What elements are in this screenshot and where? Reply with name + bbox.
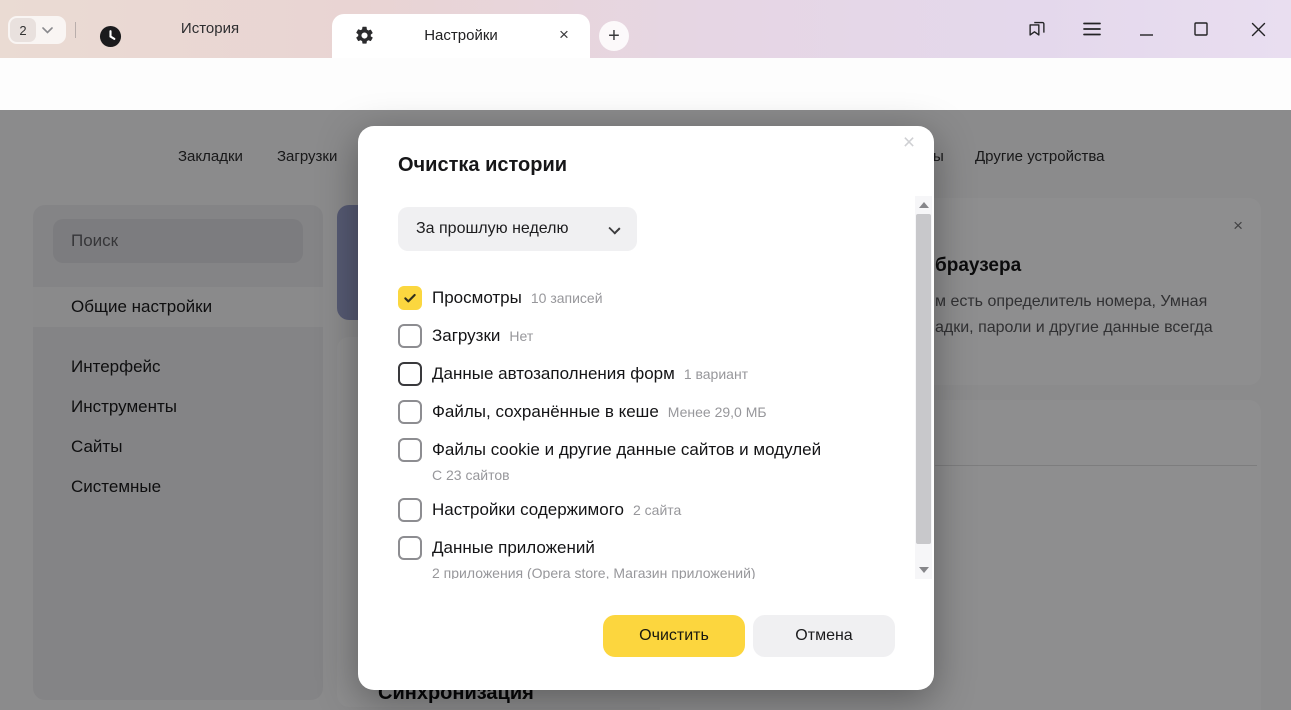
period-dropdown-value: За прошлую неделю: [416, 220, 569, 238]
history-tab-clock-icon[interactable]: [99, 25, 122, 53]
tab-history[interactable]: История: [150, 20, 270, 37]
dialog-close-icon[interactable]: ×: [896, 130, 922, 156]
close-tab-icon[interactable]: ×: [554, 25, 574, 45]
list-item[interactable]: Просмотры 10 записей: [398, 285, 934, 311]
dialog-scrollbar[interactable]: [915, 196, 932, 579]
maximize-icon[interactable]: [1190, 18, 1212, 40]
tab-settings[interactable]: Настройки ×: [332, 14, 590, 58]
close-window-icon[interactable]: [1247, 18, 1269, 40]
scroll-down-icon[interactable]: [915, 563, 932, 577]
period-dropdown[interactable]: За прошлую неделю: [398, 207, 637, 251]
clear-button[interactable]: Очистить: [603, 615, 745, 657]
clear-history-dialog: × Очистка истории За прошлую неделю Прос…: [358, 126, 934, 690]
item-meta: 10 записей: [531, 290, 603, 306]
dialog-title: Очистка истории: [398, 154, 567, 177]
list-item[interactable]: Настройки содержимого 2 сайта: [398, 497, 934, 523]
tab-strip: 2 История Настройки × +: [0, 0, 1291, 58]
browser-window: 2 История Настройки × +: [0, 0, 1291, 710]
checkbox-cookies[interactable]: [398, 438, 422, 462]
item-meta: Нет: [509, 328, 533, 344]
item-meta: 1 вариант: [684, 366, 748, 382]
checkbox-autofill[interactable]: [398, 362, 422, 386]
chevron-down-icon: [42, 21, 53, 39]
dialog-scroll-area: За прошлую неделю Просмотры 10 записей З…: [358, 196, 934, 579]
minimize-icon[interactable]: [1135, 18, 1157, 40]
menu-icon[interactable]: [1081, 18, 1103, 40]
tab-count: 2: [10, 18, 36, 42]
tab-settings-label: Настройки: [332, 27, 590, 44]
checkbox-app-data[interactable]: [398, 536, 422, 560]
new-tab-button[interactable]: +: [599, 21, 629, 51]
list-item[interactable]: Файлы cookie и другие данные сайтов и мо…: [398, 437, 934, 485]
toolbar: Я Y settings Настройки ⋮: [0, 58, 1291, 110]
item-meta: С 23 сайтов: [432, 465, 934, 485]
side-panels-icon[interactable]: [1026, 18, 1048, 40]
item-label: Просмотры: [432, 288, 522, 308]
checkbox-downloads[interactable]: [398, 324, 422, 348]
chevron-down-icon: [608, 222, 620, 234]
checkbox-browsing[interactable]: [398, 286, 422, 310]
cancel-button[interactable]: Отмена: [753, 615, 895, 657]
item-label: Загрузки: [432, 326, 500, 346]
list-item[interactable]: Данные автозаполнения форм 1 вариант: [398, 361, 934, 387]
clear-items-list: Просмотры 10 записей Загрузки Нет Данные…: [358, 285, 934, 579]
item-label: Настройки содержимого: [432, 500, 624, 520]
list-item[interactable]: Загрузки Нет: [398, 323, 934, 349]
list-item[interactable]: Данные приложений 2 приложения (Opera st…: [398, 535, 934, 579]
item-label: Файлы, сохранённые в кеше: [432, 402, 659, 422]
item-meta: Менее 29,0 МБ: [668, 404, 767, 420]
item-label: Данные автозаполнения форм: [432, 364, 675, 384]
checkbox-content-settings[interactable]: [398, 498, 422, 522]
item-meta: 2 сайта: [633, 502, 681, 518]
scroll-up-icon[interactable]: [915, 198, 932, 212]
list-item[interactable]: Файлы, сохранённые в кеше Менее 29,0 МБ: [398, 399, 934, 425]
tab-counter[interactable]: 2: [8, 16, 66, 44]
scrollbar-thumb[interactable]: [916, 214, 931, 544]
checkbox-cache[interactable]: [398, 400, 422, 424]
item-label: Файлы cookie и другие данные сайтов и мо…: [432, 440, 821, 460]
item-meta: 2 приложения (Opera store, Магазин прило…: [432, 563, 934, 579]
item-label: Данные приложений: [432, 538, 595, 558]
divider: [75, 22, 76, 38]
